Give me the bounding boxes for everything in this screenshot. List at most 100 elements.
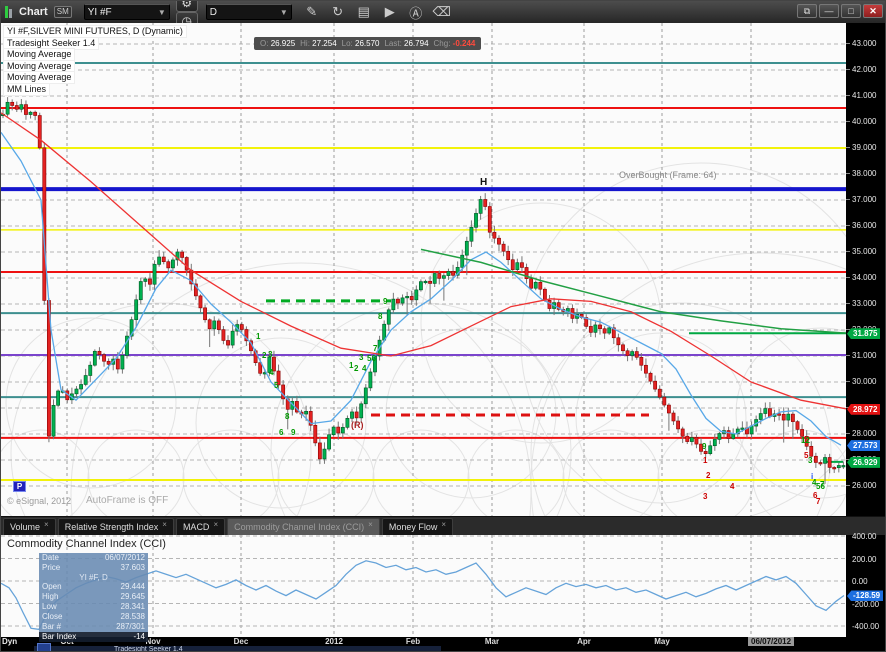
tab-commodity-channel-index-cci-[interactable]: Commodity Channel Index (CCI) ×	[227, 518, 380, 535]
chart-app-icon	[5, 6, 12, 18]
tab-money-flow[interactable]: Money Flow ×	[381, 518, 454, 535]
legend-line: MM Lines	[3, 82, 51, 96]
price-chart-canvas: H(R)12 3456891 234567899124312534 56767i	[1, 23, 885, 651]
svg-text:8: 8	[378, 312, 383, 321]
price-tick: 28.000	[845, 429, 877, 438]
time-axis-label: Feb	[405, 637, 421, 646]
close-button[interactable]: ✕	[863, 4, 883, 18]
draw-pencil-icon[interactable]: ✎	[302, 3, 322, 21]
svg-text:2: 2	[706, 471, 711, 480]
tooltip-row: Low 28.341	[42, 601, 145, 611]
cci-value-badge: -128.59	[847, 590, 884, 602]
bar-index-row: Bar Index -14	[39, 632, 148, 642]
price-tick: 34.000	[845, 273, 877, 282]
price-tick: 38.000	[845, 169, 877, 178]
eraser-icon[interactable]: ⌫	[432, 3, 452, 21]
price-axis[interactable]: 43.000 42.000 41.000 40.000 39.000 38.000 37.0…	[845, 23, 885, 516]
copyright-label: © eSignal, 2012	[7, 496, 72, 506]
price-tick: 43.000	[845, 39, 877, 48]
low-value: 26.570	[355, 39, 380, 48]
pivot-badge: P	[13, 481, 26, 492]
price-tick: 35.000	[845, 247, 877, 256]
price-level-badge: 27.573	[847, 440, 881, 452]
tooltip-row: Date 06/07/2012	[42, 553, 145, 562]
tooltip-row: Close 28.538	[42, 611, 145, 621]
svg-text:5: 5	[274, 381, 279, 390]
time-axis-label: 2012	[325, 637, 343, 646]
svg-text:2: 2	[354, 364, 359, 373]
symbol-combo[interactable]: YI #F ▼	[83, 4, 170, 20]
time-axis-label: Mar	[484, 637, 500, 646]
svg-text:4: 4	[362, 364, 367, 373]
price-tick: 40.000	[845, 117, 877, 126]
app-statusbar[interactable]: Tradesight Seeker 1.4	[34, 646, 441, 651]
symbol-lookup-gear-icon[interactable]: ⚙	[175, 1, 198, 12]
last-value: 26.794	[404, 39, 429, 48]
svg-text:9: 9	[702, 442, 707, 451]
chevron-down-icon: ▼	[157, 7, 166, 17]
svg-text:3: 3	[359, 353, 364, 362]
svg-text:7: 7	[816, 497, 821, 506]
svg-text:3: 3	[703, 492, 708, 501]
autoframe-status: AutoFrame is OFF	[86, 495, 169, 506]
tab-close-icon[interactable]: ×	[441, 520, 446, 529]
tooltip-row: Open 29.444	[42, 582, 145, 592]
price-level-badge: 26.929	[847, 456, 881, 468]
svg-text:6: 6	[279, 428, 284, 437]
refresh-icon[interactable]: ↻	[328, 3, 348, 21]
tab-macd[interactable]: MACD ×	[175, 518, 226, 535]
change-value: -0.244	[452, 39, 476, 48]
price-tick: 33.000	[845, 299, 877, 308]
tab-close-icon[interactable]: ×	[162, 520, 167, 529]
interval-combo[interactable]: D ▼	[205, 4, 292, 20]
data-window-tooltip: Date 06/07/2012 Price 37.603 YI #F, D Open 29.…	[39, 553, 148, 632]
svg-text:2: 2	[262, 351, 267, 360]
svg-text:1: 1	[256, 332, 261, 341]
quote-bar: O: 26.925 Hi: 27.254 Lo: 26.570 Last: 26…	[254, 37, 482, 50]
svg-text:3: 3	[268, 350, 273, 359]
time-axis-label: Apr	[577, 637, 591, 646]
overbought-label: OverBought (Frame: 64)	[619, 170, 717, 180]
cci-tick: -400.00	[852, 622, 880, 631]
svg-text:12: 12	[801, 436, 810, 445]
price-chart-panel[interactable]: H (R) 1 2 3 4 5 6 8 9 1 2 3 4 56 7 8 9 9 1 2 4 3 12 5 3 4 56 7 6 7 i YI…	[1, 23, 885, 651]
svg-text:H: H	[480, 177, 487, 188]
window-title: Chart	[19, 6, 48, 18]
tab-relative-strength-index[interactable]: Relative Strength Index ×	[57, 518, 174, 535]
tab-close-icon[interactable]: ×	[368, 520, 373, 529]
tab-close-icon[interactable]: ×	[213, 520, 218, 529]
open-value: 26.925	[270, 39, 296, 48]
svg-text:9: 9	[383, 297, 388, 306]
price-tick: 41.000	[845, 91, 877, 100]
titlebar: Chart SM YI #F ▼ ⚙ ◷ D ▼ ✎ ↻ ▤ ▶ Ⓐ ⌫ ⧉ — □ ✕	[1, 1, 885, 30]
svg-text:7: 7	[820, 480, 825, 489]
svg-text:56: 56	[367, 354, 376, 363]
tooltip-row: Bar #287/301	[42, 621, 145, 631]
tooltip-row: Price 37.603	[42, 562, 145, 572]
maximize-button[interactable]: □	[841, 4, 861, 18]
cci-axis[interactable]: 400.00 200.00 0.00 -200.00 -400.00 -128.59	[846, 532, 885, 637]
svg-text:3: 3	[808, 456, 813, 465]
price-tick: 31.000	[845, 351, 877, 360]
quote-board-icon[interactable]: ▤	[354, 3, 374, 21]
tab-volume[interactable]: Volume ×	[3, 518, 56, 535]
time-axis-label: May	[654, 637, 670, 646]
tooltip-row: High 29.645	[42, 592, 145, 602]
chart-mode-badge[interactable]: SM	[53, 6, 72, 18]
cci-title: Commodity Channel Index (CCI)	[7, 538, 166, 550]
cci-tick: 0.00	[852, 577, 868, 586]
autotrade-icon[interactable]: Ⓐ	[406, 3, 426, 21]
tab-close-icon[interactable]: ×	[44, 520, 49, 529]
minimize-button[interactable]: —	[819, 4, 839, 18]
app-taskbar-icon[interactable]	[37, 643, 51, 651]
play-icon[interactable]: ▶	[380, 3, 400, 21]
svg-text:9: 9	[291, 428, 296, 437]
new-window-button[interactable]: ⧉	[797, 4, 817, 18]
svg-text:7: 7	[373, 344, 378, 353]
chart-window: Chart SM YI #F ▼ ⚙ ◷ D ▼ ✎ ↻ ▤ ▶ Ⓐ ⌫ ⧉ — □ ✕ H (R) 1 2…	[0, 0, 886, 652]
indicator-tabs: Volume × Relative Strength Index × MACD × Comm…	[1, 516, 885, 535]
svg-text:i: i	[811, 472, 813, 481]
price-tick: 30.000	[845, 377, 877, 386]
price-tick: 42.000	[845, 65, 877, 74]
cci-tick: 200.00	[852, 554, 877, 564]
